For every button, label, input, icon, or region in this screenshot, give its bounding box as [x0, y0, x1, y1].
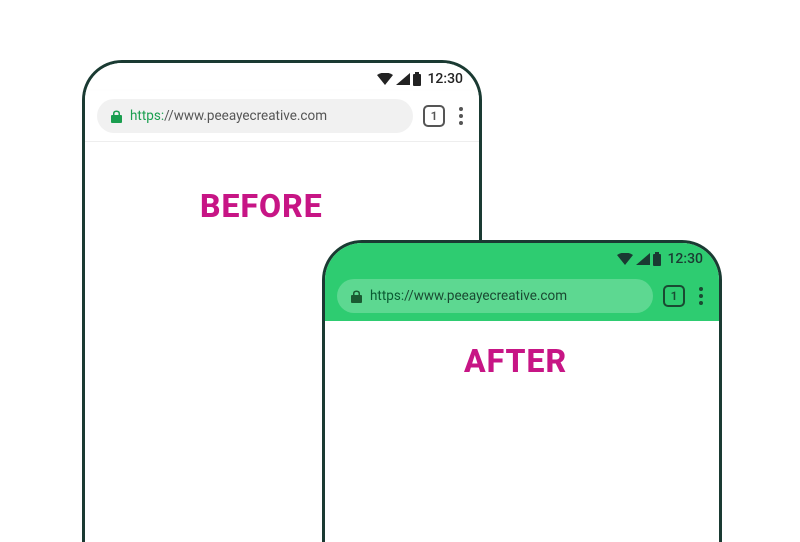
url-domain: //www.peeayecreative.com [404, 288, 567, 304]
lock-icon [111, 110, 122, 123]
page-content: AFTER [325, 321, 719, 542]
status-time: 12:30 [427, 71, 463, 87]
before-label: BEFORE [200, 187, 323, 225]
url-protocol: https: [130, 108, 164, 124]
phone-mockup-after: 12:30 https://www.peeayecreative.com 1 A… [322, 240, 722, 542]
signal-icon [636, 253, 650, 265]
status-time: 12:30 [667, 251, 703, 267]
menu-dot-icon [699, 301, 703, 305]
wifi-icon [617, 253, 633, 265]
status-bar: 12:30 [85, 63, 479, 91]
browser-toolbar: https://www.peeayecreative.com 1 [325, 271, 719, 321]
battery-icon [413, 72, 421, 86]
menu-button[interactable] [695, 287, 707, 305]
url-text: https://www.peeayecreative.com [130, 108, 327, 124]
menu-button[interactable] [455, 107, 467, 125]
tab-count-button[interactable]: 1 [423, 105, 445, 127]
menu-dot-icon [699, 294, 703, 298]
url-domain: //www.peeayecreative.com [164, 108, 327, 124]
menu-dot-icon [459, 114, 463, 118]
status-icons [377, 72, 421, 86]
browser-toolbar: https://www.peeayecreative.com 1 [85, 91, 479, 142]
address-bar[interactable]: https://www.peeayecreative.com [97, 99, 413, 133]
status-icons [617, 252, 661, 266]
status-bar: 12:30 [325, 243, 719, 271]
url-text: https://www.peeayecreative.com [370, 288, 567, 304]
menu-dot-icon [459, 107, 463, 111]
menu-dot-icon [459, 121, 463, 125]
wifi-icon [377, 73, 393, 85]
tab-count-button[interactable]: 1 [663, 285, 685, 307]
menu-dot-icon [699, 287, 703, 291]
signal-icon [396, 73, 410, 85]
after-label: AFTER [464, 342, 567, 380]
lock-icon [351, 290, 362, 303]
battery-icon [653, 252, 661, 266]
address-bar[interactable]: https://www.peeayecreative.com [337, 279, 653, 313]
url-protocol: https: [370, 288, 404, 304]
